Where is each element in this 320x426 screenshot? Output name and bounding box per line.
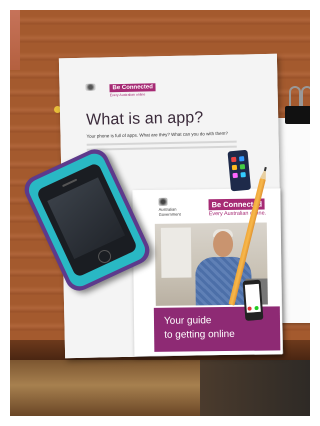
- crest-icon: [158, 197, 168, 206]
- guide-card: Australian Government Be Connected Every…: [132, 188, 283, 357]
- guide-line-2: to getting online: [164, 328, 235, 341]
- booklet-call-phone-illustration: [242, 279, 264, 321]
- body-text-lines: [86, 140, 237, 154]
- government-crest-icon: [79, 83, 101, 95]
- cover-heading: What is an app?: [86, 109, 204, 129]
- binder-clip: [285, 86, 310, 126]
- header-badge: Be Connected: [109, 83, 156, 93]
- guide-line-1: Your guide: [163, 315, 212, 327]
- corner-object: [10, 10, 20, 70]
- header-badge-sub: Every Australian online: [109, 92, 146, 98]
- gov-crest: Australian Government: [158, 197, 198, 217]
- cover-subline: Your phone is full of apps. What are the…: [86, 130, 228, 139]
- floor-shadow: [200, 360, 310, 416]
- photo: Be Connected Every Australian online Wha…: [10, 10, 310, 416]
- booklet-phone-illustration: [227, 149, 252, 192]
- gov-label: Australian Government: [158, 206, 181, 217]
